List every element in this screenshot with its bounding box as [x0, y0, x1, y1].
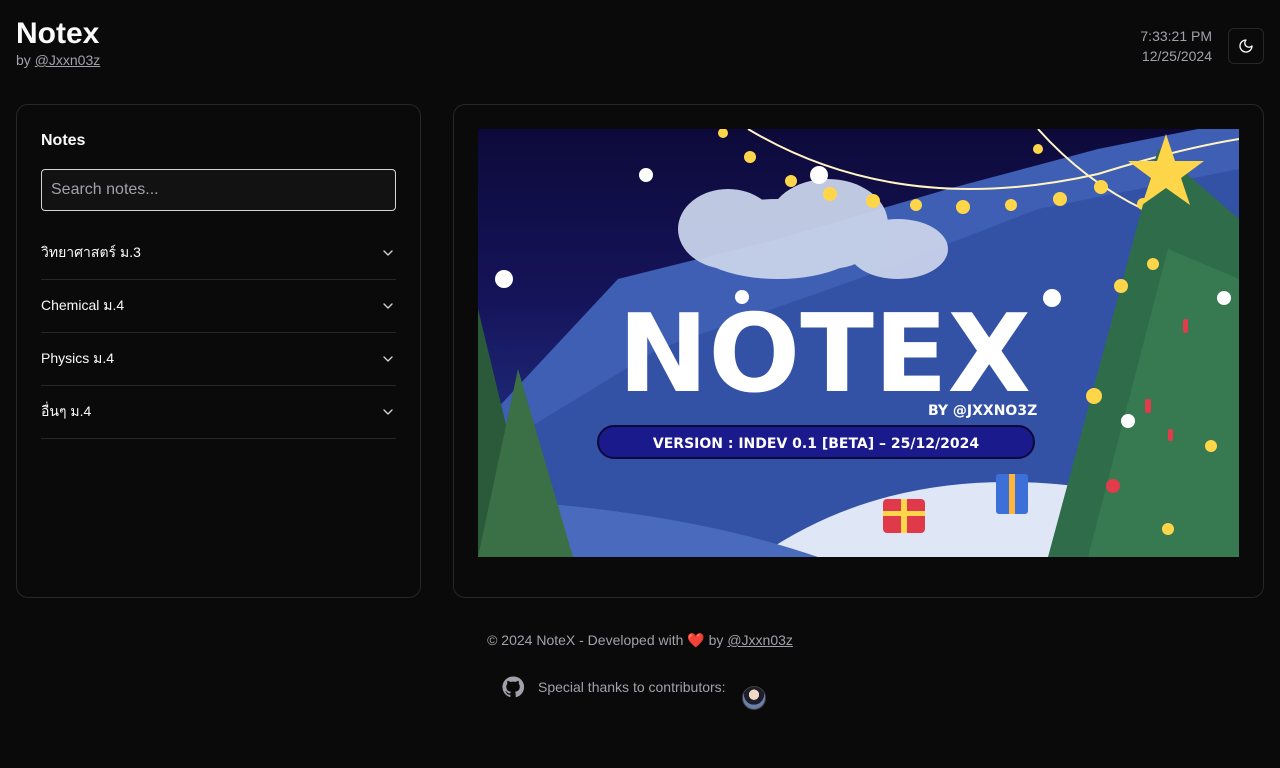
clock-time: 7:33:21 PM	[1140, 28, 1212, 44]
accordion-item-label: Physics ม.4	[41, 350, 115, 366]
banner-by-text: BY @JXXNO3Z	[928, 403, 1037, 419]
accordion-item-chemical-m4[interactable]: Chemical ม.4	[41, 280, 396, 333]
chevron-down-icon	[383, 356, 393, 362]
author-link[interactable]: @Jxxn03z	[35, 52, 101, 68]
contributor-avatar[interactable]	[741, 686, 766, 710]
footer-copyright: © 2024 NoteX - Developed with	[487, 632, 684, 648]
moon-icon	[1239, 39, 1253, 53]
header-brand: Notex by @Jxxn03z	[16, 16, 100, 70]
chevron-down-icon	[383, 250, 393, 256]
notes-panel: Notes วิทยาศาสตร์ ม.3 Chemical ม.4 Physi…	[16, 104, 421, 598]
contributors-row: Special thanks to contributors:	[502, 664, 766, 710]
footer-author-link[interactable]: @Jxxn03z	[727, 632, 793, 648]
clock-date: 12/25/2024	[1141, 48, 1212, 64]
clock: 7:33:21 PM 12/25/2024	[1140, 26, 1212, 66]
banner-illustration: NOTEX BY @JXXNO3Z VERSION : INDEV 0.1 [B…	[478, 129, 1239, 557]
accordion-item-label: Chemical ม.4	[41, 297, 125, 313]
notes-accordion: วิทยาศาสตร์ ม.3 Chemical ม.4 Physics ม.4…	[41, 227, 396, 439]
notes-title: Notes	[41, 132, 86, 149]
footer: © 2024 NoteX - Developed with ❤️ by @Jxx…	[0, 630, 1280, 650]
header-actions: 7:33:21 PM 12/25/2024	[1140, 26, 1264, 66]
accordion-item-science-m3[interactable]: วิทยาศาสตร์ ม.3	[41, 227, 396, 280]
heart-icon: ❤️	[687, 632, 705, 648]
theme-toggle-button[interactable]	[1228, 28, 1264, 64]
chevron-down-icon	[383, 303, 393, 309]
search-input[interactable]	[41, 169, 396, 211]
footer-copyright-line: © 2024 NoteX - Developed with ❤️ by @Jxx…	[0, 630, 1280, 650]
chevron-down-icon	[383, 409, 393, 415]
accordion-item-label: อื่นๆ ม.4	[41, 403, 92, 419]
cloud-shape	[678, 179, 948, 279]
accordion-item-label: วิทยาศาสตร์ ม.3	[41, 244, 141, 260]
app-title: Notex	[16, 17, 100, 50]
accordion-item-others-m4[interactable]: อื่นๆ ม.4	[41, 386, 396, 439]
banner-panel: NOTEX BY @JXXNO3Z VERSION : INDEV 0.1 [B…	[453, 104, 1264, 598]
accordion-item-physics-m4[interactable]: Physics ม.4	[41, 333, 396, 386]
banner-version-text: VERSION : INDEV 0.1 [BETA] – 25/12/2024	[653, 436, 979, 452]
gift-icon	[883, 499, 925, 533]
byline: by @Jxxn03z	[16, 50, 100, 70]
byline-prefix: by	[16, 52, 31, 68]
banner-image: NOTEX BY @JXXNO3Z VERSION : INDEV 0.1 [B…	[478, 129, 1239, 557]
footer-by: by	[708, 632, 724, 648]
contributors-label: Special thanks to contributors:	[538, 679, 726, 695]
banner-logo-text: NOTEX	[618, 292, 1031, 417]
github-icon[interactable]	[502, 676, 524, 698]
gift-icon	[996, 474, 1028, 514]
